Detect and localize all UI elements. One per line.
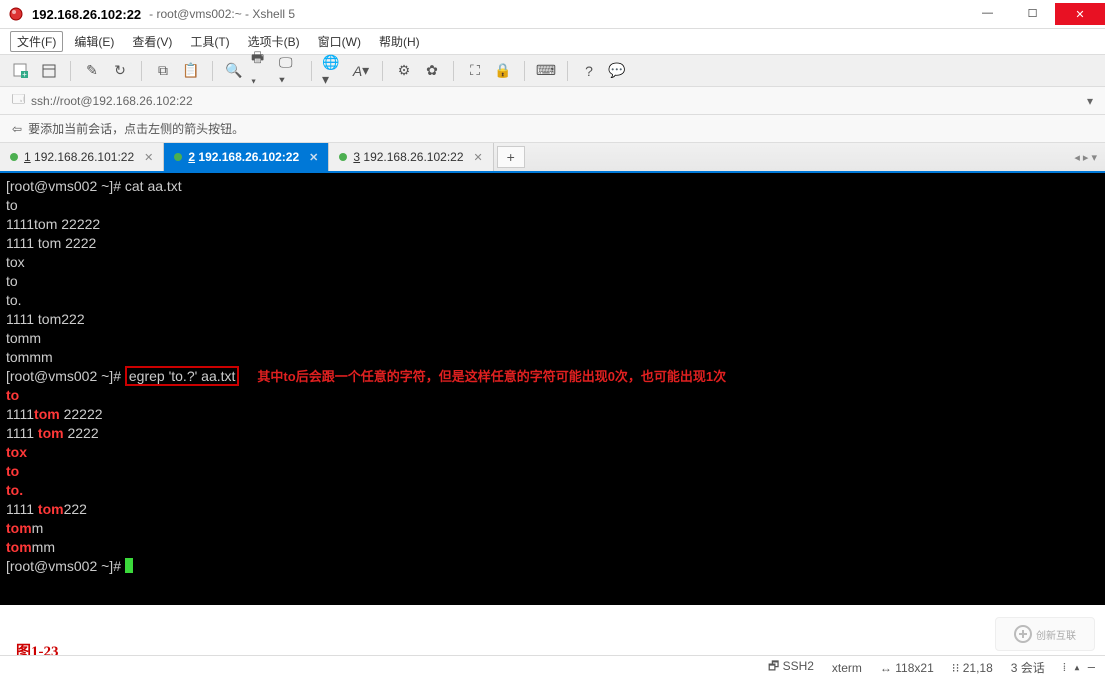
app-icon <box>8 6 24 22</box>
toolbar-separator <box>567 61 568 81</box>
menu-edit[interactable]: 编辑(E) <box>67 30 121 53</box>
window-title-sub: - root@vms002:~ - Xshell 5 <box>149 7 295 21</box>
menu-file[interactable]: 文件(F) <box>10 31 63 52</box>
keyboard-icon[interactable]: ⌨ <box>535 60 557 82</box>
menu-window[interactable]: 窗口(W) <box>311 30 368 53</box>
tab-status-dot <box>339 153 347 161</box>
terminal-area[interactable]: [root@vms002 ~]# cat aa.txtto1111tom 222… <box>0 173 1105 605</box>
fullscreen-icon[interactable]: ⛶ <box>464 60 486 82</box>
status-pos: ⁝⁝ 21,18 <box>952 661 993 675</box>
toolbar-separator <box>524 61 525 81</box>
lock-icon[interactable]: 🔒 <box>492 60 514 82</box>
help-icon[interactable]: ? <box>578 60 600 82</box>
print-icon[interactable]: 🖶 ▾ <box>251 60 273 82</box>
tab-status-dot <box>174 153 182 161</box>
toolbar-separator <box>311 61 312 81</box>
hint-bar: ⇦ 要添加当前会话，点击左侧的箭头按钮。 <box>0 115 1105 143</box>
screen-icon[interactable]: 🖵 ▾ <box>279 60 301 82</box>
hint-arrow-icon[interactable]: ⇦ <box>12 122 22 136</box>
status-proto: 🗗 SSH2 <box>768 657 814 678</box>
find-icon[interactable]: 🔍 <box>223 60 245 82</box>
tab-session-2[interactable]: 2 192.168.26.102:22 ✕ <box>164 143 329 171</box>
reconnect-icon[interactable]: ↻ <box>109 60 131 82</box>
address-prefix-icon: 🗔 <box>12 90 25 111</box>
toolbar-separator <box>70 61 71 81</box>
status-size: ↔ 118x21 <box>880 661 934 675</box>
properties-icon[interactable]: ⚙ <box>393 60 415 82</box>
tab-add-button[interactable]: + <box>497 146 525 168</box>
close-button[interactable]: ✕ <box>1055 3 1105 25</box>
menu-tools[interactable]: 工具(T) <box>183 30 236 53</box>
globe-icon[interactable]: 🌐 ▾ <box>322 60 344 82</box>
tab-status-dot <box>10 153 18 161</box>
svg-text:+: + <box>22 70 27 79</box>
tab-close-icon[interactable]: ✕ <box>144 151 153 164</box>
menu-view[interactable]: 查看(V) <box>125 30 179 53</box>
comment-icon[interactable]: 💬 <box>606 60 628 82</box>
address-text: ssh://root@192.168.26.102:22 <box>31 94 193 108</box>
toolbar: + ✎ ↻ ⧉ 📋 🔍 🖶 ▾ 🖵 ▾ 🌐 ▾ A ▾ ⚙ ✿ ⛶ 🔒 ⌨ ? … <box>0 55 1105 87</box>
tab-nav-arrows[interactable]: ◂ ▸ ▾ <box>1074 143 1105 171</box>
tab-strip: 1 192.168.26.101:22 ✕ 2 192.168.26.102:2… <box>0 143 1105 173</box>
paste-icon[interactable]: 📋 <box>180 60 202 82</box>
copy-icon[interactable]: ⧉ <box>152 60 174 82</box>
status-term: xterm <box>832 661 862 675</box>
status-sessions: 3 会话 <box>1011 659 1045 676</box>
tab-session-1[interactable]: 1 192.168.26.101:22 ✕ <box>0 143 164 171</box>
highlight-icon[interactable]: ✎ <box>81 60 103 82</box>
font-icon[interactable]: A ▾ <box>350 60 372 82</box>
toolbar-separator <box>382 61 383 81</box>
status-bar: 🗗 SSH2 xterm ↔ 118x21 ⁝⁝ 21,18 3 会话 ⁞ ▴ … <box>0 655 1105 679</box>
toolbar-separator <box>453 61 454 81</box>
gear-icon[interactable]: ✿ <box>421 60 443 82</box>
title-bar: 192.168.26.102:22 - root@vms002:~ - Xshe… <box>0 0 1105 29</box>
watermark-logo: 创新互联 <box>995 617 1095 651</box>
toolbar-separator <box>141 61 142 81</box>
minimize-button[interactable]: — <box>965 3 1010 23</box>
menu-help[interactable]: 帮助(H) <box>372 30 427 53</box>
address-dropdown-icon[interactable]: ▾ <box>1087 94 1093 108</box>
hint-text: 要添加当前会话，点击左侧的箭头按钮。 <box>28 120 244 137</box>
window-title-ip: 192.168.26.102:22 <box>32 7 141 22</box>
status-more-icon[interactable]: ⁞ ▴ — <box>1063 660 1095 675</box>
tab-close-icon[interactable]: ✕ <box>309 151 318 164</box>
toolbar-separator <box>212 61 213 81</box>
menu-bar: 文件(F) 编辑(E) 查看(V) 工具(T) 选项卡(B) 窗口(W) 帮助(… <box>0 29 1105 55</box>
new-session-icon[interactable]: + <box>10 60 32 82</box>
tab-close-icon[interactable]: ✕ <box>474 151 483 164</box>
open-icon[interactable] <box>38 60 60 82</box>
tab-session-3[interactable]: 3 192.168.26.102:22 ✕ <box>329 143 493 171</box>
address-bar[interactable]: 🗔 ssh://root@192.168.26.102:22 ▾ <box>0 87 1105 115</box>
maximize-button[interactable]: ☐ <box>1010 3 1055 23</box>
